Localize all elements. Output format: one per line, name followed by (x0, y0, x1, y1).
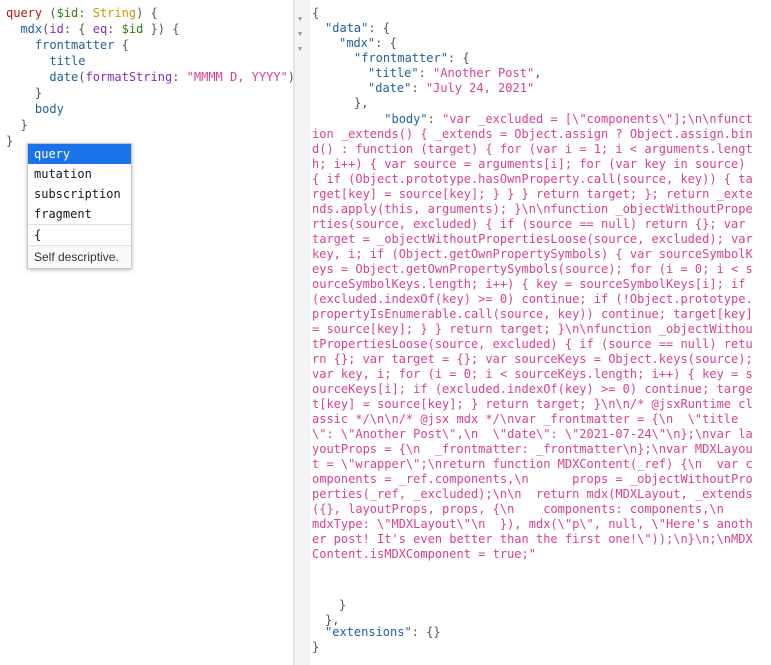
query-token: } (6, 134, 14, 148)
query-token: date (6, 70, 79, 84)
query-token: : (172, 70, 187, 84)
query-line[interactable]: mdx(id: { eq: $id }) { (6, 22, 179, 37)
query-token: ) { (136, 6, 158, 20)
query-line[interactable]: title (6, 54, 85, 69)
query-token: String (92, 6, 137, 20)
json-open-brace: { (312, 6, 320, 20)
json-line-extensions: "extensions": {} (325, 625, 441, 639)
query-token: $id (56, 6, 79, 20)
query-line[interactable]: query ($id: String) { (6, 6, 158, 21)
query-line[interactable]: frontmatter { (6, 38, 129, 53)
result-viewer[interactable]: { "data": { "mdx": { "frontmatter": { "t… (312, 6, 768, 661)
fold-arrow-icon[interactable]: ▼ (298, 15, 302, 24)
autocomplete-item[interactable]: subscription (28, 184, 131, 204)
fold-arrow-icon[interactable]: ▼ (298, 45, 302, 54)
query-token: : (107, 22, 122, 36)
query-line[interactable]: date(formatString: "MMMM D, YYYY") (6, 70, 293, 85)
query-token: : (78, 6, 93, 20)
query-token: $id (121, 22, 144, 36)
query-token: "MMMM D, YYYY" (186, 70, 288, 84)
result-gutter: ▼ ▼ ▼ (295, 0, 310, 665)
json-line-date: "date": "July 24, 2021" (368, 81, 535, 95)
autocomplete-item[interactable]: { (28, 224, 131, 245)
query-token: query (6, 6, 43, 20)
query-token: mdx (6, 22, 43, 36)
query-token: } (6, 118, 28, 132)
query-token: { (114, 38, 129, 52)
autocomplete-item[interactable]: query (28, 144, 131, 164)
json-close-brace: } (312, 640, 320, 654)
json-line-mdx-close: } (339, 598, 347, 612)
query-token: id (49, 22, 64, 36)
query-token: : { (63, 22, 93, 36)
query-token: title (6, 54, 86, 68)
query-line[interactable]: } (6, 134, 13, 149)
json-line-data: "data": { (325, 21, 391, 35)
query-token: }) { (143, 22, 180, 36)
query-token: } (6, 86, 43, 100)
query-line[interactable]: } (6, 86, 42, 101)
autocomplete-description: Self descriptive. (28, 245, 131, 268)
json-line-mdx: "mdx": { (339, 36, 397, 50)
json-line-frontmatter-close: }, (354, 96, 369, 110)
json-line-title: "title": "Another Post", (368, 66, 542, 80)
query-token: eq (92, 22, 108, 36)
query-line[interactable]: } (6, 118, 28, 133)
json-line-frontmatter: "frontmatter": { (354, 51, 470, 65)
fold-arrow-icon[interactable]: ▼ (298, 30, 302, 39)
query-token: ( (42, 6, 57, 20)
query-editor[interactable]: query ($id: String) { mdx(id: { eq: $id … (0, 0, 293, 665)
query-token: body (6, 102, 64, 116)
autocomplete-dropdown[interactable]: query mutation subscription fragment{ Self … (27, 143, 132, 269)
query-line[interactable]: body (6, 102, 64, 117)
autocomplete-item[interactable]: mutation (28, 164, 131, 184)
query-token: frontmatter (6, 38, 115, 52)
json-body-value: "body": "var _excluded = [\"components\"… (312, 112, 760, 561)
autocomplete-item[interactable]: fragment (28, 204, 131, 224)
query-token: formatString (85, 70, 173, 84)
